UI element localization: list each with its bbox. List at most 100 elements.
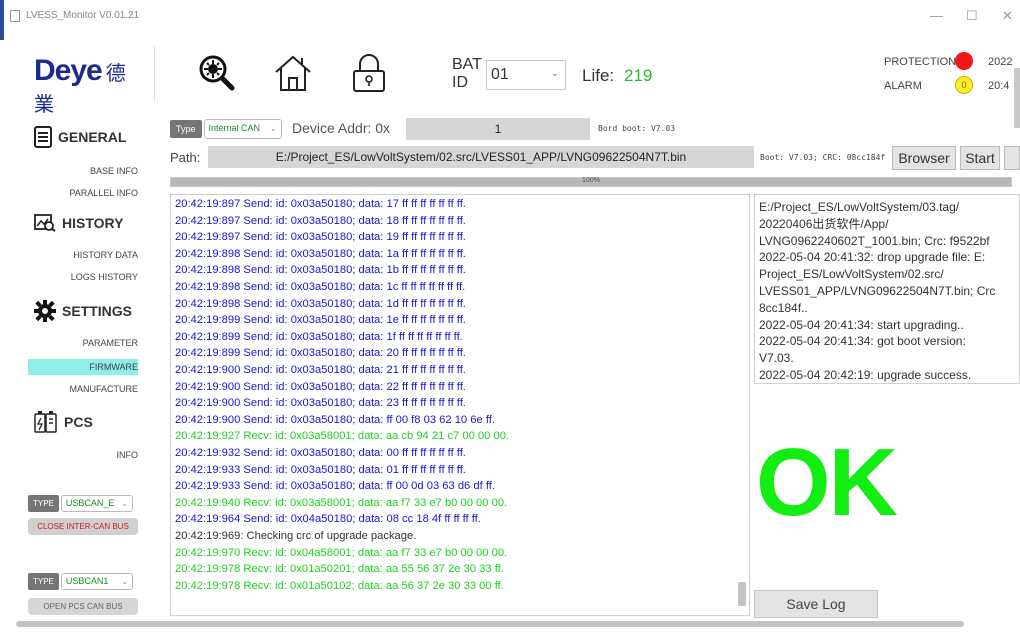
log-line: 20:42:19:932 Send: id: 0x03a50180; data:… [175, 447, 466, 459]
can-type-select[interactable]: Internal CAN ⌄ [203, 119, 282, 139]
info-log-line: LVNG0962240602T_1001.bin; Crc: f9522bf [759, 233, 990, 248]
device-addr-label: Device Addr: 0x [292, 120, 391, 136]
sidebar-item-firmware[interactable]: FIRMWARE [89, 362, 138, 372]
open-pcs-can-bus-button[interactable]: OPEN PCS CAN BUS [28, 598, 138, 615]
life-label: Life: [582, 66, 615, 85]
can1-type-tag: TYPE [28, 494, 59, 512]
header: Deye 德業 BAT ID 01 ⌄ Life: 219 PROTECTION… [0, 34, 1020, 128]
home-icon[interactable] [272, 52, 314, 94]
log-line: 20:42:19:940 Recv: id: 0x03a58001; data:… [175, 496, 508, 509]
info-log-line: E:/Project_ES/LowVoltSystem/03.tag/ [759, 200, 960, 214]
app-icon [10, 10, 20, 22]
alarm-indicator-icon: 0 [955, 76, 973, 94]
deye-logo: Deye 德業 [34, 54, 144, 116]
log-line: 20:42:19:898 Send: id: 0x03a50180; data:… [175, 264, 466, 277]
sidebar-section-pcs[interactable]: PCS [34, 410, 93, 434]
log-line: 20:42:19:969: Checking crc of upgrade pa… [175, 530, 417, 542]
log-line: 20:42:19:964 Send: id: 0x04a50180; data:… [175, 513, 481, 526]
logo-text: Deye [34, 54, 103, 87]
horizontal-scrollbar-thumb[interactable] [16, 621, 964, 627]
lock-icon[interactable] [348, 52, 390, 94]
sidebar-item-info[interactable]: INFO [117, 450, 139, 460]
info-log-panel[interactable]: E:/Project_ES/LowVoltSystem/03.tag/20220… [754, 194, 1020, 384]
upgrade-progress-bar: 100% [170, 177, 1012, 187]
title-bar: LVESS_Monitor V0.01.21 — ☐ ✕ [0, 0, 1020, 40]
log-line: 20:42:19:898 Send: id: 0x03a50180; data:… [175, 281, 466, 293]
chevron-down-icon: ⌄ [550, 68, 559, 79]
extra-button[interactable] [1004, 146, 1020, 170]
log-line: 20:42:19:933 Send: id: 0x03a50180; data:… [175, 480, 495, 493]
sidebar-section-history[interactable]: HISTORY [34, 214, 123, 232]
log-line: 20:42:19:897 Send: id: 0x03a50180; data:… [175, 198, 466, 210]
can2-type-select[interactable]: USBCAN1 ⌄ [60, 572, 133, 590]
bat-label-line1: BAT [452, 56, 482, 73]
sidebar-item-logs-history[interactable]: LOGS HISTORY [71, 272, 138, 282]
log-line: 20:42:19:898 Send: id: 0x03a50180; data:… [175, 297, 466, 310]
log-panel[interactable]: 20:42:19:897 Send: id: 0x03a50180; data:… [170, 194, 750, 616]
device-addr-input[interactable]: 1 [406, 118, 590, 140]
browser-button[interactable]: Browser [892, 146, 956, 170]
can2-type-value: USBCAN1 [65, 575, 109, 586]
bord-boot-version: Bord boot: V7.03 [598, 124, 676, 133]
path-input[interactable]: E:/Project_ES/LowVoltSystem/02.src/LVESS… [208, 146, 754, 168]
info-log-line: V7.03. [759, 351, 794, 366]
virus-scan-icon[interactable] [196, 52, 238, 94]
header-scrollbar[interactable] [1014, 68, 1020, 128]
info-log-line: 2022-05-04 20:41:34: got boot version: [759, 334, 966, 349]
chevron-down-icon: ⌄ [269, 124, 277, 133]
bat-id-value: 01 [491, 66, 509, 83]
minimize-button[interactable]: — [930, 8, 943, 23]
info-log-line: LVESS01_APP/LVNG09622504N7T.bin; Crc [759, 284, 996, 298]
life-value: 219 [624, 66, 653, 85]
log-line: 20:42:19:900 Send: id: 0x03a50180; data:… [175, 364, 466, 376]
log-line: 20:42:19:978 Recv: id: 0x01a50102; data:… [175, 579, 504, 592]
info-log-line: Project_ES/LowVoltSystem/02.src/ [759, 267, 944, 282]
close-button[interactable]: ✕ [1002, 8, 1013, 24]
sidebar-item-manufacture[interactable]: MANUFACTURE [69, 384, 138, 394]
sidebar-pcs-label: PCS [64, 414, 93, 430]
can2-type-tag: TYPE [28, 572, 59, 590]
close-inter-can-bus-button[interactable]: CLOSE INTER-CAN BUS [28, 518, 138, 535]
sidebar-item-base-info[interactable]: BASE INFO [90, 166, 138, 176]
can2-type-row: TYPE USBCAN1 ⌄ [28, 572, 133, 590]
sidebar-item-parameter[interactable]: PARAMETER [83, 338, 138, 348]
maximize-button[interactable]: ☐ [966, 8, 978, 24]
info-log-line: 8cc184f.. [759, 300, 808, 315]
can1-type-row: TYPE USBCAN_E ⌄ [28, 494, 133, 512]
pcs-battery-icon [34, 411, 57, 433]
log-line: 20:42:19:897 Send: id: 0x03a50180; data:… [175, 231, 466, 244]
alarm-label: ALARM [884, 80, 922, 92]
can-type-value: Internal CAN [208, 123, 261, 133]
sidebar-item-parallel-info[interactable]: PARALLEL INFO [69, 188, 138, 198]
log-line: 20:42:19:897 Send: id: 0x03a50180; data:… [175, 214, 466, 227]
history-chart-icon [34, 214, 56, 232]
sidebar-item-history-data[interactable]: HISTORY DATA [73, 250, 138, 260]
log-line: 20:42:19:900 Send: id: 0x03a50180; data:… [175, 397, 466, 410]
chevron-down-icon: ⌄ [121, 498, 128, 508]
bat-id-select[interactable]: 01 ⌄ [486, 60, 566, 90]
type-row: Type Internal CAN ⌄ [170, 118, 282, 140]
document-icon [34, 126, 52, 148]
sidebar-history-label: HISTORY [62, 215, 124, 231]
gear-icon [34, 300, 56, 322]
sidebar-section-settings[interactable]: SETTINGS [34, 300, 132, 322]
path-label: Path: [170, 150, 201, 165]
header-divider [154, 46, 155, 102]
sidebar-section-general[interactable]: GENERAL [34, 126, 126, 148]
log-line: 20:42:19:978 Recv: id: 0x01a50201; data:… [175, 563, 504, 576]
log-scrollbar-thumb[interactable] [738, 582, 746, 606]
info-log-line: 20220406出货软件/App/ [759, 216, 889, 231]
start-button[interactable]: Start [960, 146, 1000, 170]
sidebar: GENERAL BASE INFO PARALLEL INFO HISTORY … [0, 114, 160, 624]
can1-type-value: USBCAN_E [65, 497, 115, 508]
boot-crc-info: Boot: V7.03; CRC: 08cc184f [760, 153, 886, 162]
can1-type-select[interactable]: USBCAN_E ⌄ [60, 494, 133, 512]
log-line: 20:42:19:900 Send: id: 0x03a50180; data:… [175, 413, 495, 426]
sidebar-general-label: GENERAL [58, 129, 127, 145]
clock-date: 2022 [988, 56, 1013, 68]
save-log-button[interactable]: Save Log [754, 590, 878, 618]
horizontal-scrollbar[interactable] [16, 620, 1010, 628]
bat-id-label: BAT ID [452, 56, 482, 92]
log-line: 20:42:19:933 Send: id: 0x03a50180; data:… [175, 463, 466, 476]
log-scrollbar[interactable] [738, 198, 746, 612]
